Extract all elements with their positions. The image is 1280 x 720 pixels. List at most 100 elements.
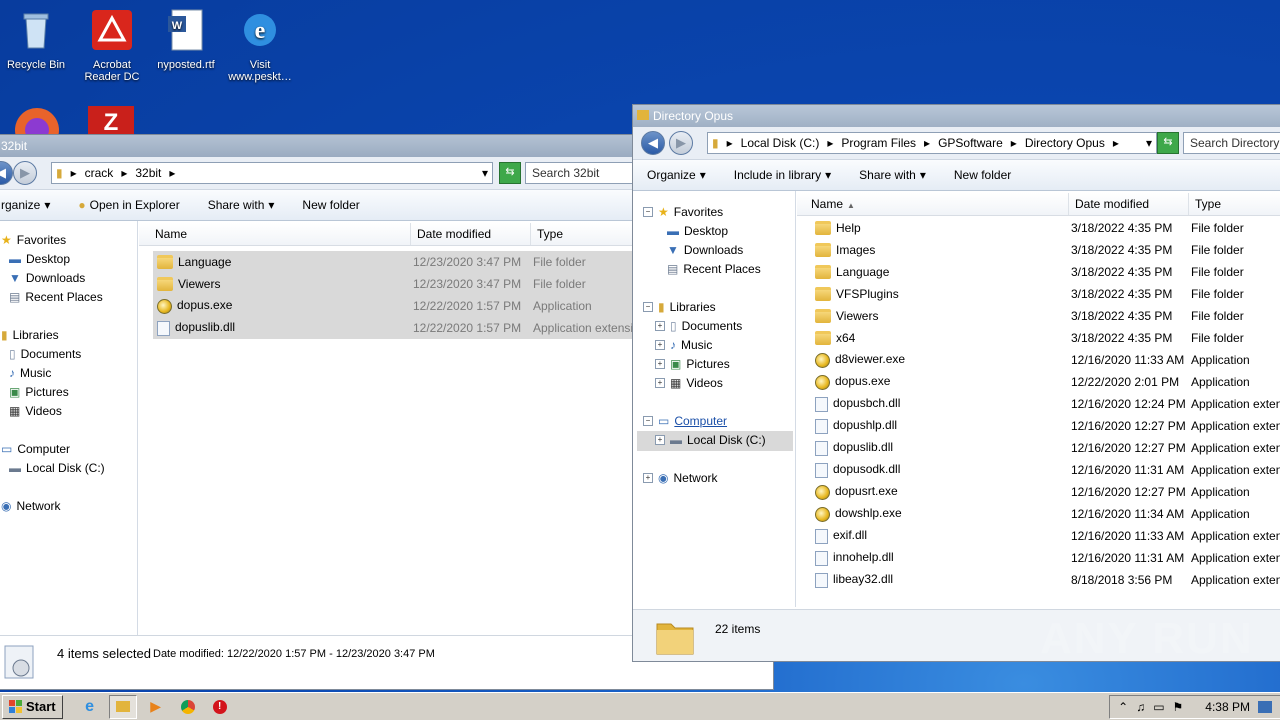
expand-icon[interactable]: +	[655, 359, 665, 369]
nav-network[interactable]: + ◉ Network	[643, 471, 718, 485]
new-folder-button[interactable]: New folder	[940, 168, 1025, 182]
nav-documents[interactable]: + ▯ Documents	[655, 319, 742, 333]
firefox-icon[interactable]	[14, 104, 60, 134]
column-date-modified[interactable]: Date modified	[1069, 193, 1189, 215]
open-in-explorer-button[interactable]: ● Open in Explorer	[64, 198, 193, 212]
file-row[interactable]: d8viewer.exe 12/16/2020 11:33 AM Applicati…	[815, 349, 1280, 371]
forward-button[interactable]: ▶	[13, 161, 37, 185]
file-row[interactable]: dopuslib.dll 12/22/2020 1:57 PM Applicat…	[157, 317, 633, 339]
taskbar-stop-app[interactable]: !	[207, 696, 233, 718]
nav-pictures[interactable]: ▣ Pictures	[9, 385, 69, 399]
file-row[interactable]: x64 3/18/2022 4:35 PM File folder	[815, 327, 1280, 349]
start-button[interactable]: Start	[2, 694, 63, 719]
nav-music[interactable]: ♪ Music	[9, 366, 51, 380]
nav-downloads[interactable]: ▼ Downloads	[667, 243, 743, 257]
nav-recent-places[interactable]: ▤ Recent Places	[667, 262, 761, 276]
expand-icon[interactable]: +	[643, 473, 653, 483]
expand-icon[interactable]: +	[655, 378, 665, 388]
show-hidden-icons-icon[interactable]: ⌃	[1118, 700, 1128, 714]
file-row[interactable]: Help 3/18/2022 4:35 PM File folder	[815, 217, 1280, 239]
file-row[interactable]: Viewers 3/18/2022 4:35 PM File folder	[815, 305, 1280, 327]
file-row[interactable]: dopuslib.dll 12/16/2020 12:27 PM Applicati…	[815, 437, 1280, 459]
file-row[interactable]: Viewers 12/23/2020 3:47 PM File folder	[157, 273, 633, 295]
include-in-library-button[interactable]: Include in library ▾	[720, 168, 845, 182]
nav-desktop[interactable]: ▬ Desktop	[667, 224, 728, 238]
collapse-icon[interactable]: −	[643, 416, 653, 426]
nav-videos[interactable]: ▦ Videos	[9, 404, 62, 418]
nav-favorites[interactable]: − ★ Favorites	[643, 205, 723, 219]
nav-libraries[interactable]: − ▮ Libraries	[643, 300, 716, 314]
file-row[interactable]: dopus.exe 12/22/2020 2:01 PM Application	[815, 371, 1280, 393]
nav-network[interactable]: ◉ Network	[1, 499, 61, 513]
nav-libraries[interactable]: ▮ Libraries	[1, 328, 59, 342]
taskbar-chrome[interactable]	[175, 696, 201, 718]
desktop-icon-recycle-bin[interactable]: Recycle Bin	[0, 8, 72, 71]
nav-music[interactable]: + ♪ Music	[655, 338, 712, 352]
file-row[interactable]: dopusrt.exe 12/16/2020 12:27 PM Applicatio…	[815, 481, 1280, 503]
refresh-button[interactable]: ⇆	[499, 162, 521, 184]
collapse-icon[interactable]: −	[643, 207, 653, 217]
file-row[interactable]: libeay32.dll 8/18/2018 3:56 PM Application…	[815, 569, 1280, 591]
collapse-icon[interactable]: −	[643, 302, 653, 312]
nav-videos[interactable]: + ▦ Videos	[655, 376, 723, 390]
desktop-icon-acrobat[interactable]: Acrobat Reader DC	[76, 8, 148, 83]
column-name[interactable]: Name ▲	[797, 193, 1069, 215]
file-row[interactable]: dopusodk.dll 12/16/2020 11:31 AM Applicati…	[815, 459, 1280, 481]
taskbar-internet-explorer[interactable]: e	[77, 696, 103, 718]
file-row[interactable]: dowshlp.exe 12/16/2020 11:34 AM Applicatio…	[815, 503, 1280, 525]
filezilla-icon[interactable]: Z	[88, 104, 134, 134]
file-row[interactable]: Images 3/18/2022 4:35 PM File folder	[815, 239, 1280, 261]
breadcrumb-item[interactable]: Local Disk (C:)	[737, 136, 824, 150]
breadcrumb-item[interactable]: GPSoftware	[934, 136, 1007, 150]
window-titlebar[interactable]: Directory Opus	[633, 105, 1280, 127]
network-tray-icon[interactable]: ▭	[1153, 700, 1164, 714]
breadcrumb[interactable]: ▮ ▸ crack ▸ 32bit ▸ ▾	[51, 162, 493, 184]
breadcrumb-item[interactable]: crack	[81, 166, 118, 180]
breadcrumb-item[interactable]: Program Files	[837, 136, 920, 150]
volume-icon[interactable]: ♫	[1136, 700, 1145, 714]
organize-button[interactable]: rganize ▾	[0, 198, 64, 212]
breadcrumb-item[interactable]: 32bit	[131, 166, 165, 180]
file-row[interactable]: VFSPlugins 3/18/2022 4:35 PM File folder	[815, 283, 1280, 305]
share-with-button[interactable]: Share with ▾	[194, 198, 289, 212]
file-row[interactable]: Language 12/23/2020 3:47 PM File folder	[157, 251, 633, 273]
file-row[interactable]: dopus.exe 12/22/2020 1:57 PM Application	[157, 295, 633, 317]
nav-local-disk[interactable]: + ▬ Local Disk (C:)	[655, 433, 766, 447]
nav-pictures[interactable]: + ▣ Pictures	[655, 357, 730, 371]
clock[interactable]: 4:38 PM	[1205, 700, 1250, 714]
column-date-modified[interactable]: Date modified	[411, 223, 531, 245]
file-row[interactable]: exif.dll 12/16/2020 11:33 AM Application e…	[815, 525, 1280, 547]
organize-button[interactable]: Organize ▾	[633, 168, 720, 182]
nav-computer[interactable]: − ▭ Computer	[643, 414, 727, 428]
nav-documents[interactable]: ▯ Documents	[9, 347, 81, 361]
nav-local-disk[interactable]: ▬ Local Disk (C:)	[9, 461, 105, 475]
expand-icon[interactable]: +	[655, 340, 665, 350]
breadcrumb[interactable]: ▮ ▸ Local Disk (C:) ▸ Program Files ▸ GP…	[707, 132, 1157, 154]
search-input[interactable]: Search Directory C	[1183, 132, 1280, 154]
nav-recent-places[interactable]: ▤ Recent Places	[9, 290, 103, 304]
share-with-button[interactable]: Share with ▾	[845, 168, 940, 182]
desktop-icon-visit-url[interactable]: e Visit www.peskt…	[224, 8, 296, 83]
back-button[interactable]: ◀	[0, 161, 13, 185]
nav-computer[interactable]: ▭ Computer	[1, 442, 70, 456]
taskbar-media-player[interactable]: ▶	[143, 696, 169, 718]
file-row[interactable]: Language 3/18/2022 4:35 PM File folder	[815, 261, 1280, 283]
expand-icon[interactable]: +	[655, 435, 665, 445]
forward-button[interactable]: ▶	[669, 131, 693, 155]
desktop-icon-nyposted[interactable]: W nyposted.rtf	[150, 8, 222, 71]
chevron-down-icon[interactable]: ▾	[1142, 136, 1156, 150]
new-folder-button[interactable]: New folder	[288, 198, 373, 212]
back-button[interactable]: ◀	[641, 131, 665, 155]
show-desktop-icon[interactable]	[1258, 701, 1272, 713]
explorer-window-directory-opus[interactable]: Directory Opus ◀ ▶ ▮ ▸ Local Disk (C:) ▸…	[632, 104, 1280, 662]
action-center-flag-icon[interactable]: ⚑	[1173, 700, 1184, 714]
expand-icon[interactable]: +	[655, 321, 665, 331]
nav-downloads[interactable]: ▼ Downloads	[9, 271, 85, 285]
nav-favorites[interactable]: ★ Favorites	[1, 233, 66, 247]
file-row[interactable]: dopushlp.dll 12/16/2020 12:27 PM Applicati…	[815, 415, 1280, 437]
nav-desktop[interactable]: ▬ Desktop	[9, 252, 70, 266]
taskbar-explorer[interactable]	[108, 694, 137, 719]
column-name[interactable]: Name	[139, 223, 411, 245]
breadcrumb-item[interactable]: Directory Opus	[1021, 136, 1109, 150]
refresh-button[interactable]: ⇆	[1157, 132, 1179, 154]
